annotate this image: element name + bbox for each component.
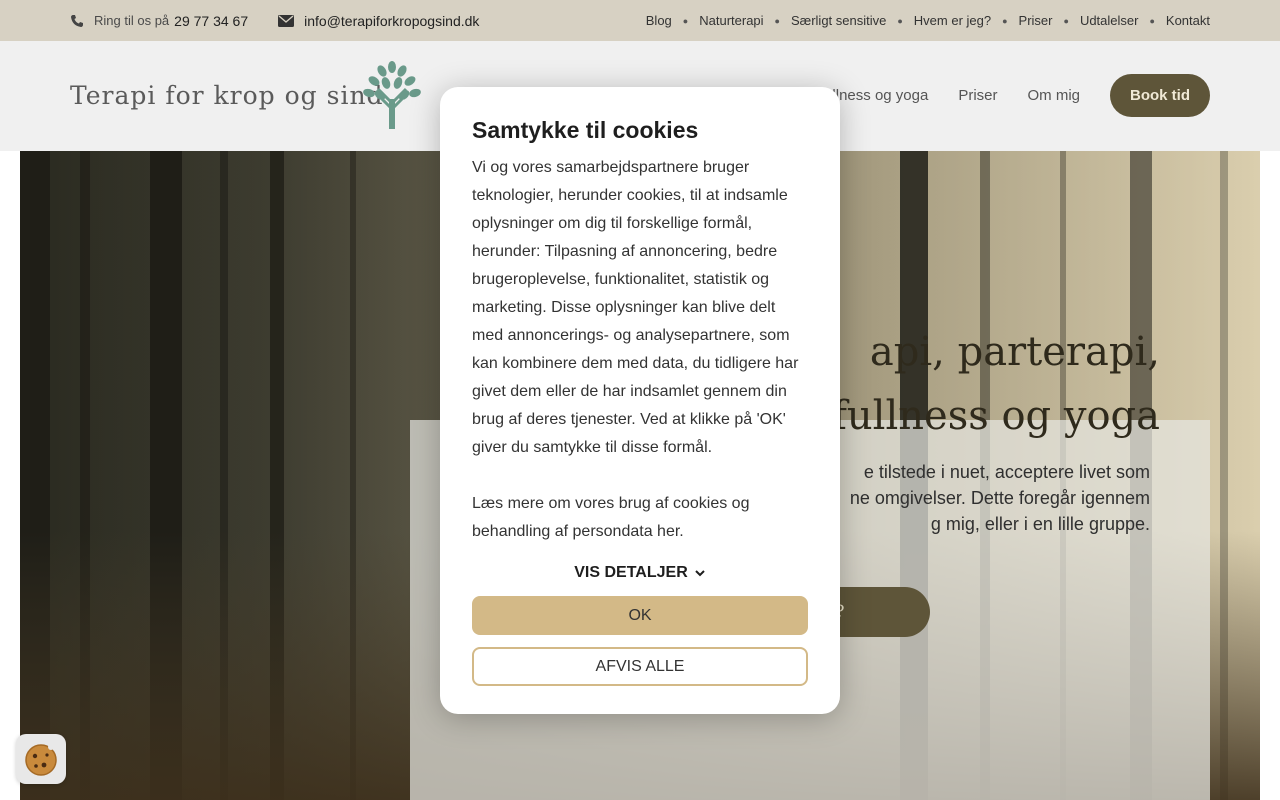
main-nav: llness og yoga Priser Om mig Book tid bbox=[802, 74, 1210, 117]
show-details-toggle[interactable]: VIS DETALJER bbox=[472, 564, 808, 582]
tree-icon[interactable] bbox=[360, 59, 424, 131]
phone-contact[interactable]: Ring til os på 29 77 34 67 bbox=[70, 13, 248, 29]
accept-cookies-button[interactable]: OK bbox=[472, 596, 808, 635]
nav-separator: ● bbox=[1002, 15, 1008, 26]
cookie-settings-button[interactable] bbox=[16, 734, 66, 784]
cookie-modal-text: Vi og vores samarbejdspartnere bruger te… bbox=[472, 159, 799, 456]
top-nav-priser[interactable]: Priser bbox=[1019, 13, 1053, 28]
email-contact[interactable]: info@terapiforkropogsind.dk bbox=[278, 13, 479, 29]
top-nav-saerligt-sensitive[interactable]: Særligt sensitive bbox=[791, 13, 886, 28]
top-nav-kontakt[interactable]: Kontakt bbox=[1166, 13, 1210, 28]
phone-prefix: Ring til os på bbox=[94, 13, 170, 28]
chevron-down-icon bbox=[695, 570, 705, 577]
nav-separator: ● bbox=[774, 15, 780, 26]
top-nav-udtalelser[interactable]: Udtalelser bbox=[1080, 13, 1139, 28]
cookie-modal-title: Samtykke til cookies bbox=[472, 117, 699, 143]
phone-icon bbox=[71, 14, 83, 27]
cookie-icon bbox=[25, 744, 57, 776]
top-bar: Ring til os på 29 77 34 67 info@terapifo… bbox=[0, 0, 1280, 41]
cookie-policy-link[interactable]: Læs mere om vores brug af cookies og beh… bbox=[472, 490, 808, 546]
nav-separator: ● bbox=[1149, 15, 1155, 26]
nav-separator: ● bbox=[1063, 15, 1069, 26]
site-logo-text[interactable]: Terapi for krop og sind bbox=[70, 81, 384, 110]
email-link[interactable]: info@terapiforkropogsind.dk bbox=[304, 13, 479, 29]
top-nav-naturterapi[interactable]: Naturterapi bbox=[699, 13, 763, 28]
book-tid-button[interactable]: Book tid bbox=[1110, 74, 1210, 117]
nav-separator: ● bbox=[897, 15, 903, 26]
phone-number[interactable]: 29 77 34 67 bbox=[174, 13, 248, 29]
main-nav-om-mig[interactable]: Om mig bbox=[1028, 87, 1081, 104]
top-nav: Blog ● Naturterapi ● Særligt sensitive ●… bbox=[646, 13, 1210, 28]
show-details-label: VIS DETALJER bbox=[574, 564, 688, 581]
main-nav-mindfulness-yoga[interactable]: llness og yoga bbox=[832, 87, 928, 104]
top-nav-blog[interactable]: Blog bbox=[646, 13, 672, 28]
main-nav-priser[interactable]: Priser bbox=[958, 87, 997, 104]
cookie-consent-modal: Samtykke til cookies Vi og vores samarbe… bbox=[440, 87, 840, 714]
envelope-icon bbox=[278, 14, 295, 27]
top-nav-hvem-er-jeg[interactable]: Hvem er jeg? bbox=[914, 13, 991, 28]
nav-separator: ● bbox=[682, 15, 689, 26]
cookie-modal-body: Vi og vores samarbejdspartnere bruger te… bbox=[472, 154, 808, 546]
reject-all-button[interactable]: AFVIS ALLE bbox=[472, 647, 808, 686]
